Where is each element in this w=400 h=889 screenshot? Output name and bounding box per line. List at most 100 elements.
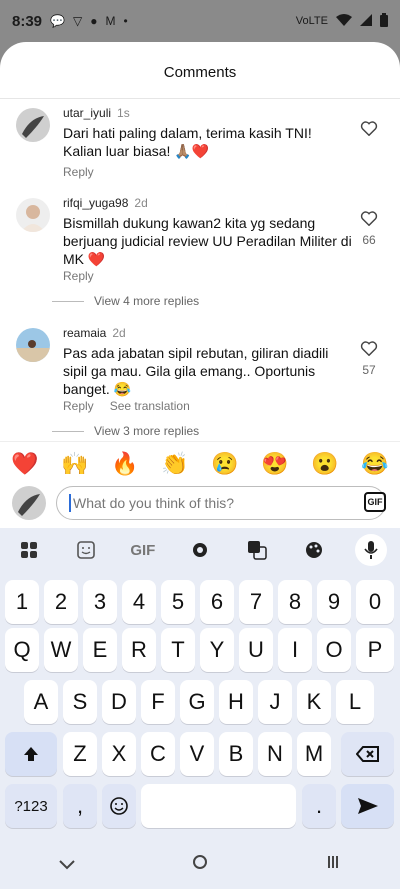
key-2[interactable]: 2 <box>44 580 78 624</box>
send-key[interactable] <box>341 784 394 828</box>
key-j[interactable]: J <box>258 680 292 724</box>
palette-icon[interactable] <box>298 534 330 566</box>
avatar[interactable] <box>16 328 50 362</box>
reaction-emoji-fire[interactable]: 🔥 <box>111 451 138 477</box>
home-icon[interactable] <box>192 854 208 875</box>
v-icon: ▽ <box>72 14 83 28</box>
shift-key[interactable] <box>5 732 57 776</box>
keyboard: GIF 1 2 3 4 5 6 7 8 9 0 Q W E R T Y U I … <box>0 528 400 889</box>
key-u[interactable]: U <box>239 628 273 672</box>
key-k[interactable]: K <box>297 680 331 724</box>
comment-username[interactable]: reamaia 2d <box>63 326 126 340</box>
key-b[interactable]: B <box>219 732 253 776</box>
key-t[interactable]: T <box>161 628 195 672</box>
avatar[interactable] <box>16 108 50 142</box>
comment-username[interactable]: rifqi_yuga98 2d <box>63 196 148 210</box>
key-4[interactable]: 4 <box>122 580 156 624</box>
like-count: 66 <box>362 233 376 247</box>
comma-key[interactable]: , <box>63 784 97 828</box>
comment-composer: What do you think of this? GIF <box>0 486 400 528</box>
period-key[interactable]: . <box>302 784 336 828</box>
backspace-key[interactable] <box>341 732 394 776</box>
reply-button[interactable]: Reply <box>63 269 94 283</box>
key-s[interactable]: S <box>63 680 97 724</box>
like-button[interactable]: 57 <box>358 340 380 377</box>
key-0[interactable]: 0 <box>356 580 394 624</box>
key-g[interactable]: G <box>180 680 214 724</box>
reaction-emoji-cry[interactable]: 😢 <box>211 451 238 477</box>
status-bar: 8:39 💬 ▽ ● M • VoLTE <box>0 0 400 42</box>
key-f[interactable]: F <box>141 680 175 724</box>
key-l[interactable]: L <box>336 680 374 724</box>
key-r[interactable]: R <box>122 628 156 672</box>
view-more-replies-button[interactable]: View 4 more replies <box>52 294 199 308</box>
settings-icon[interactable] <box>184 534 216 566</box>
key-o[interactable]: O <box>317 628 351 672</box>
mic-icon[interactable] <box>355 534 388 566</box>
divider <box>52 430 84 432</box>
avatar[interactable] <box>16 198 50 232</box>
like-button[interactable] <box>358 120 380 141</box>
navigation-bar <box>0 840 400 889</box>
heart-icon <box>360 121 378 137</box>
reaction-emoji-clap[interactable]: 👏 <box>161 451 188 477</box>
key-d[interactable]: D <box>102 680 136 724</box>
reply-button[interactable]: Reply <box>63 399 94 413</box>
key-3[interactable]: 3 <box>83 580 117 624</box>
key-5[interactable]: 5 <box>161 580 195 624</box>
reply-button[interactable]: Reply <box>63 165 94 179</box>
key-c[interactable]: C <box>141 732 175 776</box>
key-6[interactable]: 6 <box>200 580 234 624</box>
recents-icon[interactable] <box>325 854 341 875</box>
comment-item: utar_iyuli 1s Dari hati paling dalam, ter… <box>0 104 400 184</box>
key-w[interactable]: W <box>44 628 78 672</box>
wifi-icon <box>336 13 352 29</box>
key-i[interactable]: I <box>278 628 312 672</box>
comment-item: rifqi_yuga98 2d Bismillah dukung kawan2 k… <box>0 194 400 308</box>
back-icon[interactable] <box>58 854 75 875</box>
key-z[interactable]: Z <box>63 732 97 776</box>
sticker-icon[interactable] <box>70 534 102 566</box>
signal-icon <box>360 13 372 29</box>
key-7[interactable]: 7 <box>239 580 273 624</box>
key-e[interactable]: E <box>83 628 117 672</box>
emoji-key[interactable] <box>102 784 136 828</box>
see-translation-button[interactable]: See translation <box>110 399 190 413</box>
comment-input[interactable]: What do you think of this? <box>56 486 386 520</box>
reaction-emoji-wow[interactable]: 😮 <box>311 451 338 477</box>
heart-icon <box>360 341 378 357</box>
key-p[interactable]: P <box>356 628 394 672</box>
comment-time: 2d <box>112 326 126 340</box>
key-q[interactable]: Q <box>5 628 39 672</box>
view-more-replies-button[interactable]: View 3 more replies <box>52 424 199 438</box>
divider <box>0 98 400 99</box>
reaction-emoji-raised-hands[interactable]: 🙌 <box>61 451 88 477</box>
translate-icon[interactable] <box>241 534 273 566</box>
volte-label: VoLTE <box>295 15 328 27</box>
like-button[interactable]: 66 <box>358 210 380 247</box>
key-1[interactable]: 1 <box>5 580 39 624</box>
key-m[interactable]: M <box>297 732 331 776</box>
key-y[interactable]: Y <box>200 628 234 672</box>
key-9[interactable]: 9 <box>317 580 351 624</box>
gif-keyboard-button[interactable]: GIF <box>127 534 159 566</box>
heart-icon <box>360 211 378 227</box>
symbols-key[interactable]: ?123 <box>5 784 57 828</box>
reaction-bar: ❤️ 🙌 🔥 👏 😢 😍 😮 😂 <box>0 441 400 486</box>
comment-text: Pas ada jabatan sipil rebutan, giliran d… <box>63 345 329 397</box>
reaction-emoji-heart[interactable]: ❤️ <box>11 451 38 477</box>
key-v[interactable]: V <box>180 732 214 776</box>
key-n[interactable]: N <box>258 732 292 776</box>
key-h[interactable]: H <box>219 680 253 724</box>
key-x[interactable]: X <box>102 732 136 776</box>
key-8[interactable]: 8 <box>278 580 312 624</box>
apps-icon[interactable] <box>13 534 45 566</box>
comment-username[interactable]: utar_iyuli 1s <box>63 106 130 120</box>
space-key[interactable] <box>141 784 296 828</box>
emoji-icon <box>110 797 128 815</box>
avatar <box>12 486 46 520</box>
reaction-emoji-heart-eyes[interactable]: 😍 <box>261 451 288 477</box>
key-a[interactable]: A <box>24 680 58 724</box>
reaction-emoji-laugh[interactable]: 😂 <box>361 451 388 477</box>
gif-button[interactable]: GIF <box>364 492 386 512</box>
